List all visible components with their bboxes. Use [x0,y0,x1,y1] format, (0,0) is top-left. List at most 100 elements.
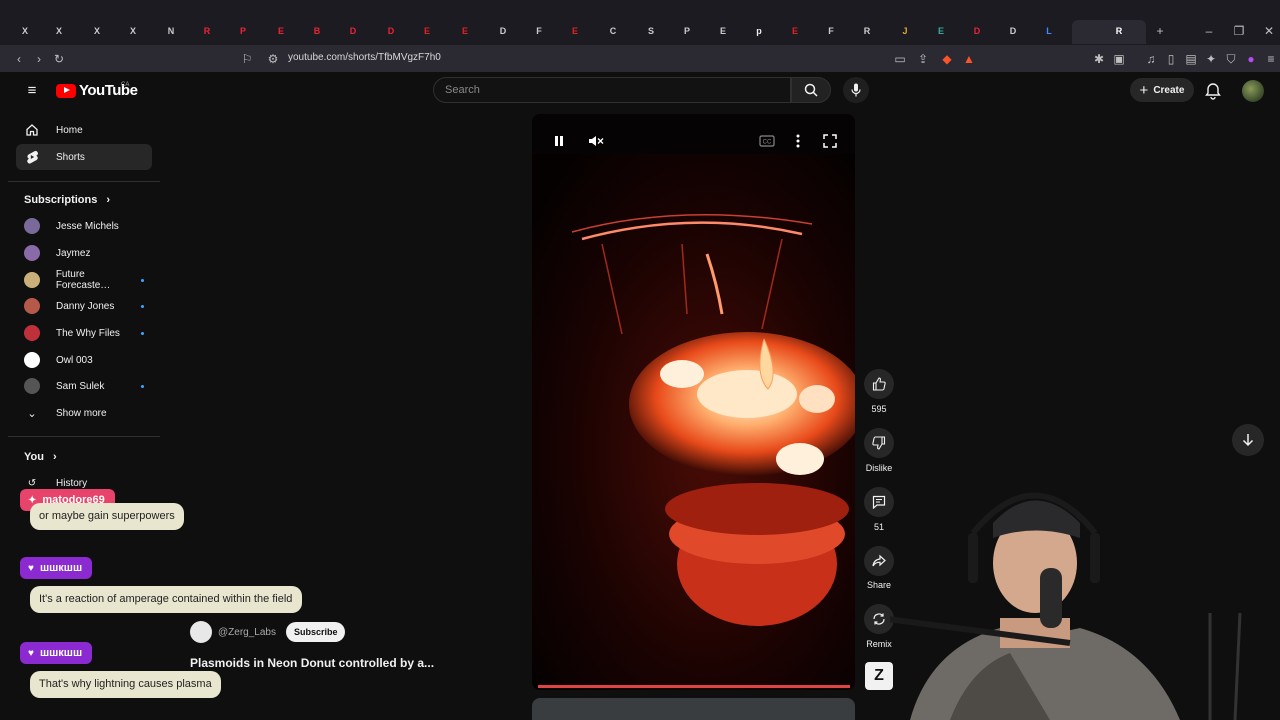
browser-tab[interactable]: B [308,22,326,40]
browser-tab[interactable]: X [88,22,106,40]
reload-icon[interactable]: ↻ [52,52,66,66]
subscribe-button[interactable]: Subscribe [285,622,346,642]
browser-tab[interactable]: D [382,22,400,40]
browser-tab[interactable]: C [604,22,622,40]
pause-button[interactable] [549,131,569,151]
wallet-icon[interactable]: ▣ [1112,52,1126,66]
you-heading[interactable]: You › [24,451,57,463]
next-video-button[interactable] [1232,424,1264,456]
subscriptions-heading[interactable]: Subscriptions › [24,194,110,206]
browser-tab[interactable]: X [50,22,68,40]
active-tab[interactable] [1072,20,1146,44]
subscription-item[interactable]: Jaymez [24,244,144,262]
subscription-item[interactable]: Sam Sulek [24,377,144,395]
create-label: Create [1153,84,1185,96]
captions-button[interactable]: CC [757,131,777,151]
video-progress-bar[interactable] [538,685,850,688]
tab-favicon: E [791,26,798,36]
browser-tab[interactable]: N [162,22,180,40]
notifications-bell-icon[interactable] [1204,82,1222,100]
cast-icon[interactable]: ▭ [893,52,907,66]
browser-tab[interactable]: R [858,22,876,40]
tab-favicon: E [277,26,284,36]
channel-avatar [24,272,40,288]
plus-icon: + [1139,81,1149,99]
voice-search-button[interactable] [843,77,869,103]
video-title[interactable]: Plasmoids in Neon Donut controlled by a.… [190,656,434,670]
sidebar-item-shorts[interactable]: Shorts [16,144,152,170]
search-button[interactable] [791,77,831,103]
subscription-name: Owl 003 [56,354,93,366]
browser-tab[interactable]: D [968,22,986,40]
browser-tab[interactable]: E [932,22,950,40]
brave-rewards-icon[interactable]: ▲ [962,52,976,66]
browser-tab[interactable]: E [272,22,290,40]
search-input[interactable]: Search [433,77,791,103]
leo-icon[interactable]: ✦ [1204,52,1218,66]
browser-tab[interactable]: R [198,22,216,40]
browser-tab[interactable]: P [678,22,696,40]
hamburger-menu-icon[interactable]: ≡ [25,82,39,99]
subscription-item[interactable]: Danny Jones [24,297,144,315]
maximize-icon[interactable]: ❐ [1232,24,1246,38]
user-avatar[interactable] [1242,80,1264,102]
create-button[interactable]: + Create [1130,78,1194,102]
sidebar-toggle-icon[interactable]: ▯ [1164,52,1178,66]
back-icon[interactable]: ‹ [12,52,26,66]
new-tab-icon[interactable]: + [1153,24,1167,38]
site-info-icon[interactable]: ⚙ [266,52,280,66]
browser-tab[interactable]: R [1110,22,1128,40]
browser-tab[interactable]: E [456,22,474,40]
browser-tab[interactable]: E [714,22,732,40]
bookmark-icon[interactable]: ⚐ [240,52,254,66]
vpn-icon[interactable]: ⛉ [1224,52,1238,66]
minimize-icon[interactable]: – [1202,24,1216,38]
brave-shield-icon[interactable]: ◆ [940,52,954,66]
browser-tab[interactable]: J [896,22,914,40]
browser-tab[interactable]: L [1040,22,1058,40]
subscription-name: Sam Sulek [56,380,105,392]
tab-manager-icon[interactable]: ▤ [1184,52,1198,66]
browser-tab[interactable]: D [494,22,512,40]
browser-tab[interactable]: E [566,22,584,40]
menu-icon[interactable]: ≡ [1264,52,1278,66]
browser-tab[interactable]: p [750,22,768,40]
browser-tab[interactable]: P [234,22,252,40]
forward-icon[interactable]: › [32,52,46,66]
subscription-item[interactable]: Jesse Michels [24,217,144,235]
browser-tab[interactable]: F [822,22,840,40]
more-options-button[interactable] [788,131,808,151]
profile-icon[interactable]: ● [1244,52,1258,66]
share-page-icon[interactable]: ⇪ [916,52,930,66]
browser-tab[interactable]: X [124,22,142,40]
tab-favicon: p [756,26,762,36]
subscription-name: The Why Files [56,327,120,339]
browser-tab[interactable]: E [418,22,436,40]
extensions-icon[interactable]: ✱ [1092,52,1106,66]
thumbs-down-icon [872,436,886,450]
channel-avatar [24,298,40,314]
streamer-webcam [890,492,1242,720]
fullscreen-button[interactable] [820,131,840,151]
browser-tab[interactable]: E [786,22,804,40]
browser-tab[interactable]: X [16,22,34,40]
media-icon[interactable]: ♫ [1144,52,1158,66]
channel-audio-thumbnail[interactable]: Z [865,662,893,690]
next-short-preview[interactable] [532,698,855,720]
show-more-button[interactable]: ⌄ Show more [24,404,144,422]
shorts-video-player[interactable] [532,114,855,690]
like-button[interactable] [864,369,894,399]
browser-tab[interactable]: D [1004,22,1022,40]
browser-tab[interactable]: D [344,22,362,40]
subscription-item[interactable]: Owl 003 [24,351,144,369]
mute-button[interactable] [586,131,606,151]
close-window-icon[interactable]: ✕ [1262,24,1276,38]
browser-tab[interactable]: F [530,22,548,40]
channel-avatar[interactable] [190,621,212,643]
browser-tab[interactable]: S [642,22,660,40]
subscription-item[interactable]: The Why Files [24,324,144,342]
dislike-button[interactable] [864,428,894,458]
channel-name[interactable]: @Zerg_Labs [218,627,276,638]
sidebar-item-home[interactable]: Home [16,117,152,143]
subscription-item[interactable]: Future Forecaste… [24,269,144,291]
